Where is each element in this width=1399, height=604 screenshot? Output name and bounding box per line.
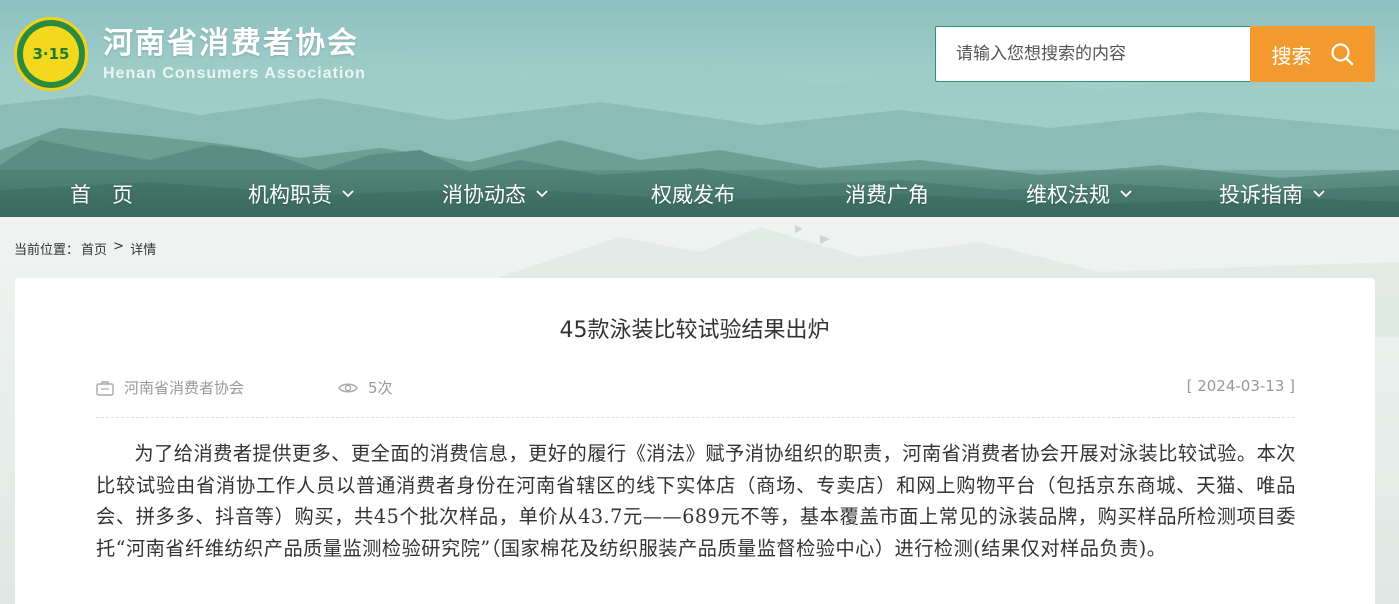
search-icon — [1330, 43, 1353, 66]
nav-item-label: 消协动态 — [442, 183, 526, 207]
nav-item-consumer-corner[interactable]: 消费广角 — [845, 180, 929, 208]
breadcrumb-prefix: 当前位置： — [14, 243, 80, 258]
search-button-label: 搜索 — [1271, 43, 1312, 68]
chevron-down-icon — [342, 190, 354, 198]
nav-item-complaint-guide[interactable]: 投诉指南 — [1219, 180, 1325, 208]
site-header: 3·15 河南省消费者协会 Henan Consumers Associatio… — [0, 0, 1399, 217]
nav-item-home[interactable]: 首 页 — [70, 180, 133, 208]
site-name-en: Henan Consumers Association — [103, 65, 366, 82]
briefcase-icon — [96, 380, 114, 396]
article-views: 5次 — [338, 377, 393, 398]
article-meta: 河南省消费者协会 5次 [ 2024-03-13 ] — [96, 374, 1295, 418]
search-button[interactable]: 搜索 — [1250, 26, 1375, 82]
nav-item-label: 投诉指南 — [1219, 183, 1303, 207]
chevron-down-icon — [1313, 190, 1325, 198]
article-source-text: 河南省消费者协会 — [124, 379, 245, 397]
nav-item-laws[interactable]: 维权法规 — [1026, 180, 1132, 208]
logo-text: 河南省消费者协会 Henan Consumers Association — [103, 24, 366, 84]
chevron-down-icon — [536, 190, 548, 198]
article-body: 为了给消费者提供更多、更全面的消费信息，更好的履行《消法》赋予消协组织的职责，河… — [96, 442, 1296, 560]
main-nav: 首 页 机构职责 消协动态 权威发布 消费广角 维权法规 投诉指南 — [0, 170, 1399, 217]
chevron-down-icon — [1120, 190, 1132, 198]
nav-item-label: 权威发布 — [651, 183, 735, 207]
site-logo[interactable]: 3·15 河南省消费者协会 Henan Consumers Associatio… — [14, 17, 366, 91]
eye-icon — [338, 383, 358, 392]
nav-item-label: 维权法规 — [1026, 183, 1110, 207]
breadcrumb-separator: > — [109, 239, 129, 254]
search-bar: 搜索 — [935, 26, 1375, 82]
article-date: [ 2024-03-13 ] — [1186, 377, 1295, 395]
search-input[interactable] — [935, 26, 1250, 82]
article-title: 45款泳装比较试验结果出炉 — [559, 318, 830, 343]
logo-mark: 3·15 — [23, 26, 79, 82]
nav-item-label: 机构职责 — [248, 183, 332, 207]
breadcrumb-home-link[interactable]: 首页 — [81, 239, 107, 258]
nav-item-organization[interactable]: 机构职责 — [248, 180, 354, 208]
nav-item-label: 消费广角 — [845, 183, 929, 207]
nav-item-news[interactable]: 消协动态 — [442, 180, 548, 208]
nav-item-label: 首 页 — [70, 183, 133, 207]
site-name-cn: 河南省消费者协会 — [103, 26, 359, 61]
logo-emblem: 3·15 — [14, 17, 88, 91]
article-views-text: 5次 — [368, 379, 393, 397]
breadcrumb: 当前位置： 首页 > 详情 — [14, 239, 156, 258]
breadcrumb-current: 详情 — [130, 243, 157, 258]
article-source: 河南省消费者协会 — [96, 377, 244, 398]
nav-item-releases[interactable]: 权威发布 — [651, 180, 735, 208]
